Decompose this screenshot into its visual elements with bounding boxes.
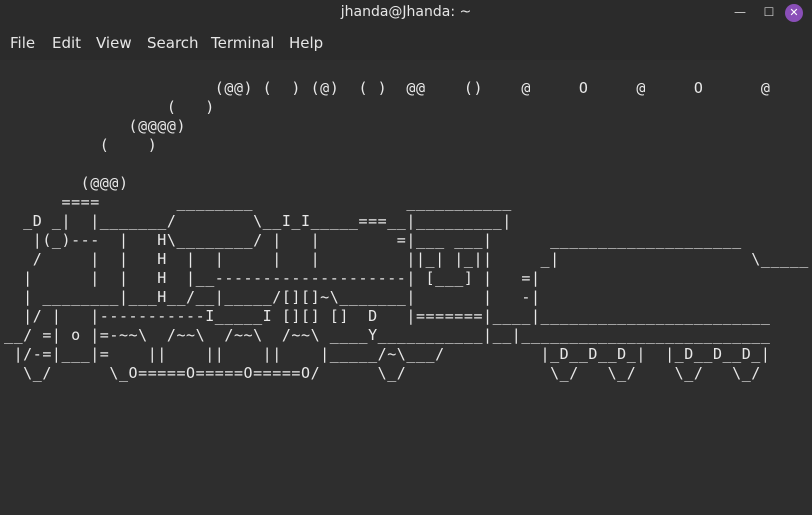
menu-view[interactable]: View bbox=[96, 34, 132, 52]
title-bar[interactable]: jhanda@Jhanda: ~ — ☐ ✕ bbox=[0, 0, 812, 25]
minimize-button[interactable]: — bbox=[726, 0, 754, 25]
menu-edit[interactable]: Edit bbox=[52, 34, 81, 52]
terminal-window: jhanda@Jhanda: ~ — ☐ ✕ File Edit View Se… bbox=[0, 0, 812, 515]
menu-bar: File Edit View Search Terminal Help bbox=[0, 25, 812, 60]
terminal-output: (@@) ( ) (@) ( ) @@ () @ O @ O @ ( ) (@@… bbox=[4, 79, 809, 382]
window-title: jhanda@Jhanda: ~ bbox=[340, 4, 472, 20]
menu-file[interactable]: File bbox=[10, 34, 35, 52]
terminal-area[interactable]: (@@) ( ) (@) ( ) @@ () @ O @ O @ ( ) (@@… bbox=[0, 60, 812, 515]
close-button[interactable]: ✕ bbox=[785, 4, 803, 22]
menu-search[interactable]: Search bbox=[147, 34, 199, 52]
menu-terminal[interactable]: Terminal bbox=[211, 34, 274, 52]
menu-help[interactable]: Help bbox=[289, 34, 323, 52]
maximize-button[interactable]: ☐ bbox=[755, 0, 783, 25]
